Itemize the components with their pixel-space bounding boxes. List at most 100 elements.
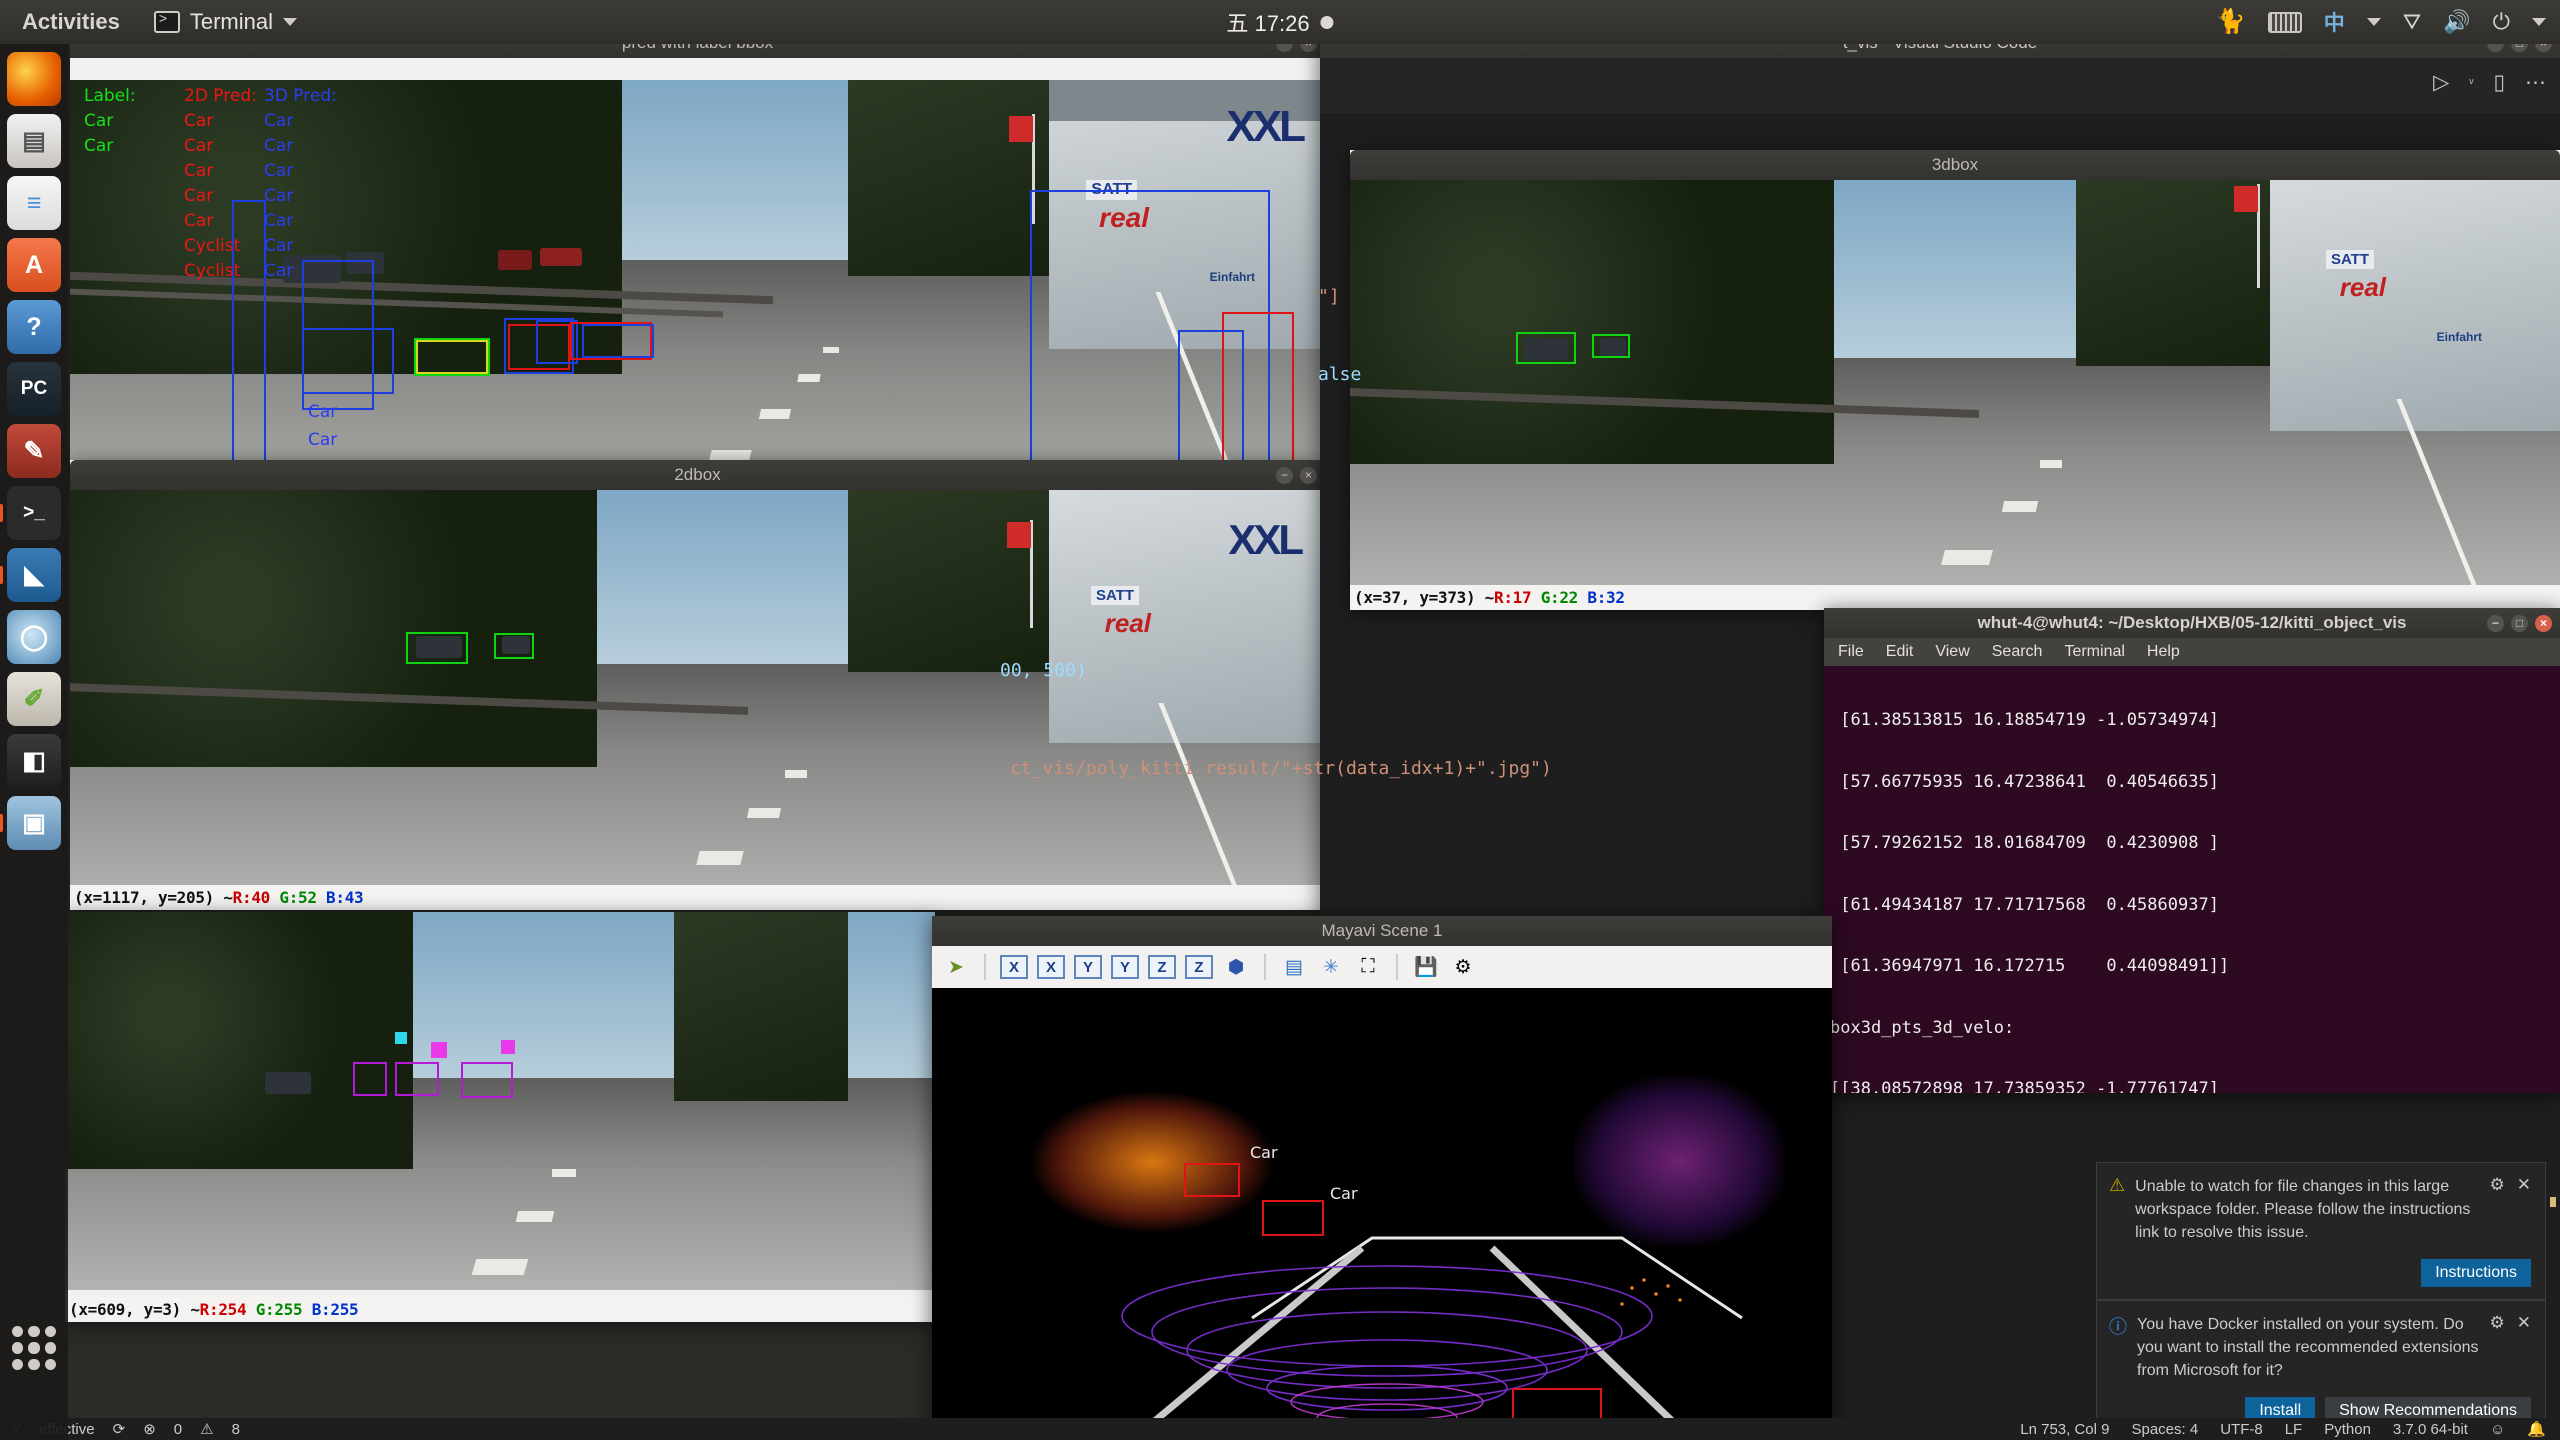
cursor-position[interactable]: Ln 753, Col 9 xyxy=(2020,1421,2109,1438)
menu-search[interactable]: Search xyxy=(1992,643,2043,661)
terminal-output[interactable]: [61.38513815 16.18854719 -1.05734974] [5… xyxy=(1824,666,2560,1093)
dock-item-tools[interactable]: ✎ xyxy=(7,424,61,478)
info-icon: ⓘ xyxy=(2109,1317,2127,1337)
bbox-3d xyxy=(1516,332,1576,364)
terminal-line: box3d_pts_3d_velo: xyxy=(1830,1017,2015,1038)
keyboard-icon[interactable] xyxy=(2267,11,2302,33)
menu-edit[interactable]: Edit xyxy=(1886,643,1914,661)
menu-help[interactable]: Help xyxy=(2147,643,2180,661)
y-minus-icon[interactable]: Y xyxy=(1111,955,1139,979)
titlebar-mayavi[interactable]: Mayavi Scene 1 xyxy=(932,916,1832,946)
menu-file[interactable]: File xyxy=(1838,643,1864,661)
bbox-3d-lidar xyxy=(1184,1163,1240,1197)
settings-icon[interactable]: ⚙ xyxy=(1449,954,1477,980)
chevron-down-icon[interactable] xyxy=(2532,18,2546,26)
overlay-code-fragment: "] xyxy=(1318,286,1340,307)
titlebar-3dbox[interactable]: 3dbox xyxy=(1350,150,2560,180)
power-icon[interactable]: ⏻ xyxy=(2493,11,2510,33)
x-minus-icon[interactable]: X xyxy=(1037,955,1065,979)
overlay-code-fragment: alse xyxy=(1318,364,1362,385)
fullscreen-icon[interactable]: ⛶ xyxy=(1354,954,1382,980)
dock-item-files[interactable]: ▤ xyxy=(7,114,61,168)
pixel-green: G:52 xyxy=(279,888,317,907)
language-mode[interactable]: Python xyxy=(2324,1421,2371,1438)
axes-icon[interactable]: ✳ xyxy=(1317,954,1345,980)
split-editor-icon[interactable]: ▯ xyxy=(2493,70,2505,95)
2dbox-image-canvas[interactable]: XXL SATT real xyxy=(70,490,1325,885)
app-menu-terminal[interactable]: Terminal xyxy=(142,9,309,35)
close-icon[interactable]: × xyxy=(2535,614,2552,632)
gnome-top-bar: Activities Terminal 五 17:26 🐈 中 ⛛ 🔊 ⏻ xyxy=(0,0,2560,44)
dock-item-terminal[interactable]: >_ xyxy=(0,486,61,540)
bell-icon[interactable]: 🔔 xyxy=(2527,1420,2546,1438)
warning-icon[interactable]: ⚠ xyxy=(200,1420,213,1438)
close-icon[interactable]: × xyxy=(1300,466,1317,484)
close-icon[interactable]: ✕ xyxy=(2517,1175,2531,1245)
sync-icon[interactable]: ⟳ xyxy=(113,1420,126,1438)
tree-line-left xyxy=(65,912,413,1170)
warning-count[interactable]: 8 xyxy=(232,1421,240,1438)
maximize-icon[interactable]: □ xyxy=(2511,614,2528,632)
dock-item-image-viewer[interactable]: ▣ xyxy=(0,796,61,850)
dock-item-firefox[interactable] xyxy=(7,52,61,106)
purple-image-canvas[interactable] xyxy=(65,912,935,1290)
activities-button[interactable]: Activities xyxy=(0,9,142,35)
dock-item-pycharm[interactable]: PC xyxy=(7,362,61,416)
volume-icon[interactable]: 🔊 xyxy=(2443,11,2470,33)
x-plus-icon[interactable]: X xyxy=(1000,955,1028,979)
dock-item-editor-alt[interactable]: ✐ xyxy=(7,672,61,726)
notification-file-watcher: ⚠ Unable to watch for file changes in th… xyxy=(2096,1162,2546,1300)
clock[interactable]: 五 17:26 xyxy=(1226,6,1334,38)
label-cell: Car xyxy=(84,111,114,131)
ubuntu-dock: ▤ ≡ A ? PC ✎ >_ ◣ ◯ ✐ ◧ ▣ xyxy=(0,44,68,1440)
cursor-coordinates: (x=609, y=3) ~ xyxy=(69,1300,200,1319)
z-minus-icon[interactable]: Z xyxy=(1185,955,1213,979)
chevron-down-icon[interactable]: ᵛ xyxy=(2469,75,2473,90)
run-icon[interactable]: ▷ xyxy=(2433,70,2449,95)
z-plus-icon[interactable]: Z xyxy=(1148,955,1176,979)
cat-icon[interactable]: 🐈 xyxy=(2216,10,2246,34)
mayavi-3d-viewport[interactable]: Car Car xyxy=(932,988,1832,1440)
save-icon[interactable]: 💾 xyxy=(1412,954,1440,980)
status-purple: (x=609, y=3) ~ R:254 G:255 B:255 xyxy=(65,1297,935,1322)
label-cell: Car xyxy=(184,161,214,181)
dock-item-text-editor[interactable]: ≡ xyxy=(7,176,61,230)
dock-item-help[interactable]: ? xyxy=(7,300,61,354)
pointer-icon[interactable]: ➤ xyxy=(942,954,970,980)
3dbox-image-canvas[interactable]: SATT real Einfahrt xyxy=(1350,180,2560,585)
feedback-icon[interactable]: ☺ xyxy=(2490,1421,2505,1438)
point-marker xyxy=(501,1040,515,1054)
close-icon[interactable]: ✕ xyxy=(2517,1313,2531,1383)
indentation[interactable]: Spaces: 4 xyxy=(2131,1421,2198,1438)
isometric-view-icon[interactable]: ⬢ xyxy=(1222,954,1250,980)
dock-item-meld[interactable]: ◧ xyxy=(7,734,61,788)
instructions-button[interactable]: Instructions xyxy=(2421,1258,2531,1287)
titlebar-2dbox[interactable]: 2dbox − × xyxy=(70,460,1325,490)
chevron-down-icon[interactable] xyxy=(2366,18,2381,26)
network-icon[interactable]: ⛛ xyxy=(2403,11,2421,33)
pred-image-canvas[interactable]: XXL SATT real Einfahrt Label: Car Car 2D… xyxy=(70,80,1325,488)
dock-item-vscode[interactable]: ◣ xyxy=(0,548,61,602)
minimize-icon[interactable]: − xyxy=(1276,466,1293,484)
dock-item-browser-alt[interactable]: ◯ xyxy=(7,610,61,664)
show-applications-button[interactable] xyxy=(12,1326,56,1370)
encoding[interactable]: UTF-8 xyxy=(2220,1421,2263,1438)
y-plus-icon[interactable]: Y xyxy=(1074,955,1102,979)
pixel-green: G:22 xyxy=(1540,588,1579,607)
eol[interactable]: LF xyxy=(2285,1421,2303,1438)
error-icon[interactable]: ⊗ xyxy=(143,1420,156,1438)
dock-item-ubuntu-software[interactable]: A xyxy=(7,238,61,292)
point-cloud-cluster-left xyxy=(1032,1092,1272,1232)
error-count[interactable]: 0 xyxy=(174,1421,182,1438)
menu-view[interactable]: View xyxy=(1935,643,1969,661)
menu-terminal[interactable]: Terminal xyxy=(2064,643,2124,661)
titlebar-terminal[interactable]: whut-4@whut4: ~/Desktop/HXB/05-12/kitti_… xyxy=(1824,608,2560,638)
gear-icon[interactable]: ⚙ xyxy=(2490,1175,2505,1245)
split-view-icon[interactable]: ▤ xyxy=(1280,954,1308,980)
minimize-icon[interactable]: − xyxy=(2487,614,2504,632)
label-cell: Car xyxy=(264,236,294,256)
more-actions-icon[interactable]: ⋯ xyxy=(2525,70,2546,95)
python-interpreter[interactable]: 3.7.0 64-bit xyxy=(2393,1421,2468,1438)
gear-icon[interactable]: ⚙ xyxy=(2490,1313,2505,1383)
input-method-chinese-icon[interactable]: 中 xyxy=(2324,7,2345,37)
